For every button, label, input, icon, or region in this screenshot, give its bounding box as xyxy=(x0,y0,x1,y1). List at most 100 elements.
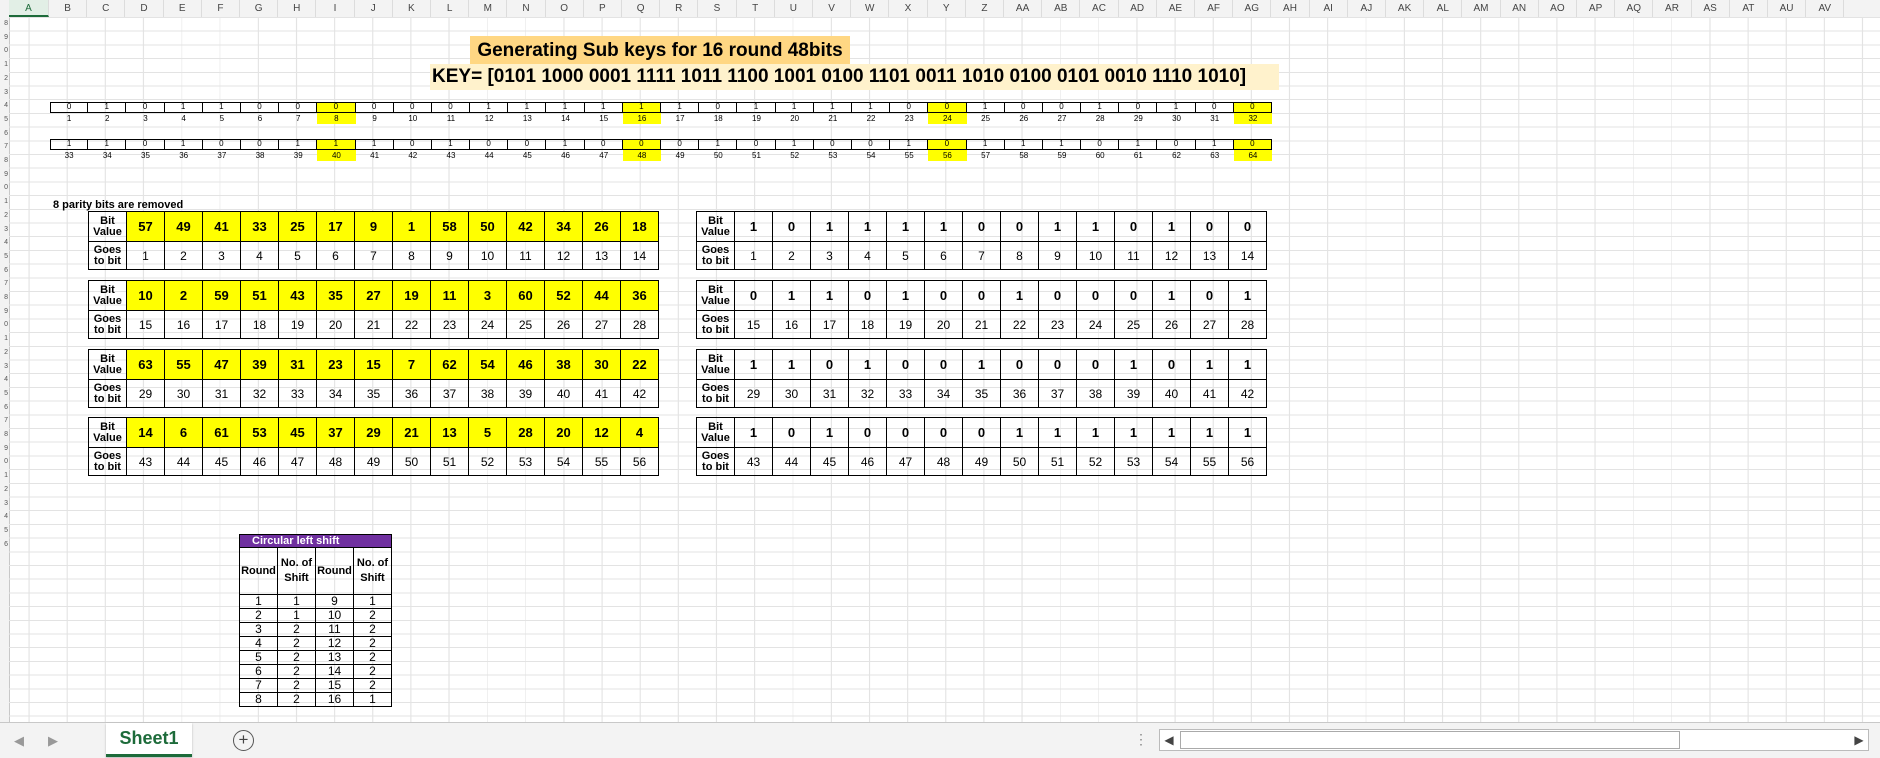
column-header-ah[interactable]: AH xyxy=(1271,0,1310,17)
column-header-av[interactable]: AV xyxy=(1806,0,1845,17)
goes-to-bit-cell[interactable]: 29 xyxy=(126,379,165,408)
row-number[interactable]: 6 xyxy=(4,130,8,138)
goes-to-bit-cell[interactable]: 48 xyxy=(316,447,355,476)
column-header-am[interactable]: AM xyxy=(1462,0,1501,17)
bit-value-cell[interactable]: 1 xyxy=(1152,417,1191,448)
bit-value-cell[interactable]: 4 xyxy=(620,417,659,448)
spreadsheet-area[interactable]: A B C D E F G H I J K L M N O P Q R S T U V W X Y Z AA AB AC AD AE AF AG… xyxy=(0,0,1880,722)
goes-to-bit-cell[interactable]: 35 xyxy=(354,379,393,408)
bit-value-cell[interactable]: 5 xyxy=(468,417,507,448)
bit-value-cell[interactable]: 0 xyxy=(810,349,849,380)
bit-value-cell[interactable]: 1 xyxy=(924,211,963,242)
goes-to-bit-cell[interactable]: 2 xyxy=(772,241,811,270)
goes-to-bit-cell[interactable]: 27 xyxy=(582,310,621,339)
bit-value-cell[interactable]: 7 xyxy=(392,349,431,380)
shift-table-cell[interactable]: 2 xyxy=(277,678,316,693)
goes-to-bit-cell[interactable]: 19 xyxy=(278,310,317,339)
goes-to-bit-cell[interactable]: 4 xyxy=(848,241,887,270)
goes-to-bit-cell[interactable]: 16 xyxy=(772,310,811,339)
row-number[interactable]: 9 xyxy=(4,308,8,316)
goes-to-bit-cell[interactable]: 40 xyxy=(544,379,583,408)
bit-value-cell[interactable]: 54 xyxy=(468,349,507,380)
key-bit-cell[interactable]: 1 xyxy=(546,139,585,150)
goes-to-bit-cell[interactable]: 20 xyxy=(316,310,355,339)
bit-value-cell[interactable]: 52 xyxy=(544,280,583,311)
bit-value-cell[interactable]: 17 xyxy=(316,211,355,242)
shift-table-cell[interactable]: 2 xyxy=(277,692,316,707)
goes-to-bit-cell[interactable]: 24 xyxy=(468,310,507,339)
bit-value-cell[interactable]: 1 xyxy=(734,417,773,448)
key-bit-cell[interactable]: 0 xyxy=(240,102,280,113)
bit-value-cell[interactable]: 0 xyxy=(1000,349,1039,380)
column-header-y[interactable]: Y xyxy=(928,0,966,17)
shift-table-cell[interactable]: 16 xyxy=(315,692,354,707)
shift-table-cell[interactable]: 10 xyxy=(315,608,354,623)
key-bit-cell[interactable]: 1 xyxy=(775,139,814,150)
horizontal-scrollbar[interactable]: ◀ ▶ xyxy=(1159,729,1869,751)
goes-to-bit-cell[interactable]: 41 xyxy=(1190,379,1229,408)
row-number[interactable]: 8 xyxy=(4,431,8,439)
goes-to-bit-label[interactable]: Goes to bit xyxy=(88,310,127,339)
goes-to-bit-cell[interactable]: 53 xyxy=(1114,447,1153,476)
goes-to-bit-cell[interactable]: 37 xyxy=(430,379,469,408)
shift-table-cell[interactable]: 8 xyxy=(239,692,278,707)
row-number[interactable]: 7 xyxy=(4,280,8,288)
shift-table-cell[interactable]: 1 xyxy=(239,594,278,609)
goes-to-bit-cell[interactable]: 7 xyxy=(962,241,1001,270)
goes-to-bit-cell[interactable]: 56 xyxy=(620,447,659,476)
bit-value-cell[interactable]: 0 xyxy=(1190,280,1229,311)
key-bit-cell[interactable]: 0 xyxy=(202,139,241,150)
bit-value-cell[interactable]: 1 xyxy=(1152,280,1191,311)
column-header-al[interactable]: AL xyxy=(1424,0,1463,17)
goes-to-bit-label[interactable]: Goes to bit xyxy=(88,379,127,408)
bit-value-cell[interactable]: 6 xyxy=(164,417,203,448)
goes-to-bit-cell[interactable]: 8 xyxy=(1000,241,1039,270)
goes-to-bit-cell[interactable]: 28 xyxy=(620,310,659,339)
goes-to-bit-cell[interactable]: 21 xyxy=(354,310,393,339)
column-header-m[interactable]: M xyxy=(469,0,508,17)
key-bit-cell[interactable]: 0 xyxy=(1119,102,1158,113)
goes-to-bit-cell[interactable]: 34 xyxy=(924,379,963,408)
goes-to-bit-cell[interactable]: 38 xyxy=(1076,379,1115,408)
bit-value-cell[interactable]: 0 xyxy=(848,280,887,311)
bit-value-cell[interactable]: 2 xyxy=(164,280,203,311)
goes-to-bit-cell[interactable]: 44 xyxy=(164,447,203,476)
shift-table-cell[interactable]: 1 xyxy=(277,608,316,623)
column-header-bar[interactable]: A B C D E F G H I J K L M N O P Q R S T U V W X Y Z AA AB AC AD AE AF AG… xyxy=(0,0,1880,18)
column-header-af[interactable]: AF xyxy=(1195,0,1234,17)
goes-to-bit-cell[interactable]: 32 xyxy=(240,379,279,408)
bit-value-cell[interactable]: 3 xyxy=(468,280,507,311)
key-bit-cell[interactable]: 1 xyxy=(470,102,509,113)
bit-value-cell[interactable]: 0 xyxy=(924,417,963,448)
key-bit-cell[interactable]: 0 xyxy=(470,139,509,150)
key-bit-cell[interactable]: 1 xyxy=(88,102,127,113)
row-number[interactable]: 6 xyxy=(4,267,8,275)
goes-to-bit-cell[interactable]: 40 xyxy=(1152,379,1191,408)
row-number[interactable]: 0 xyxy=(4,47,8,55)
goes-to-bit-cell[interactable]: 54 xyxy=(1152,447,1191,476)
shift-table-cell[interactable]: 13 xyxy=(315,650,354,665)
goes-to-bit-cell[interactable]: 10 xyxy=(468,241,507,270)
goes-to-bit-cell[interactable]: 45 xyxy=(202,447,241,476)
goes-to-bit-cell[interactable]: 9 xyxy=(1038,241,1077,270)
goes-to-bit-cell[interactable]: 46 xyxy=(240,447,279,476)
goes-to-bit-cell[interactable]: 47 xyxy=(278,447,317,476)
goes-to-bit-cell[interactable]: 30 xyxy=(772,379,811,408)
goes-to-bit-cell[interactable]: 50 xyxy=(1000,447,1039,476)
goes-to-bit-cell[interactable]: 23 xyxy=(430,310,469,339)
bit-value-cell[interactable]: 0 xyxy=(772,417,811,448)
shift-table-cell[interactable]: 14 xyxy=(315,664,354,679)
row-number[interactable]: 5 xyxy=(4,390,8,398)
key-line[interactable]: KEY= [0101 1000 0001 1111 1011 1100 1001… xyxy=(430,64,1279,90)
goes-to-bit-cell[interactable]: 22 xyxy=(1000,310,1039,339)
column-header-p[interactable]: P xyxy=(584,0,622,17)
shift-table-cell[interactable]: 2 xyxy=(353,622,392,637)
key-bit-cell[interactable]: 0 xyxy=(355,102,394,113)
bit-value-cell[interactable]: 57 xyxy=(126,211,165,242)
key-bit-cell[interactable]: 0 xyxy=(393,139,432,150)
bit-value-cell[interactable]: 0 xyxy=(1076,280,1115,311)
key-bit-cell[interactable]: 0 xyxy=(661,139,700,150)
row-number[interactable]: 5 xyxy=(4,116,8,124)
key-bit-cell[interactable]: 1 xyxy=(890,139,929,150)
key-bit-cell[interactable]: 1 xyxy=(737,102,776,113)
